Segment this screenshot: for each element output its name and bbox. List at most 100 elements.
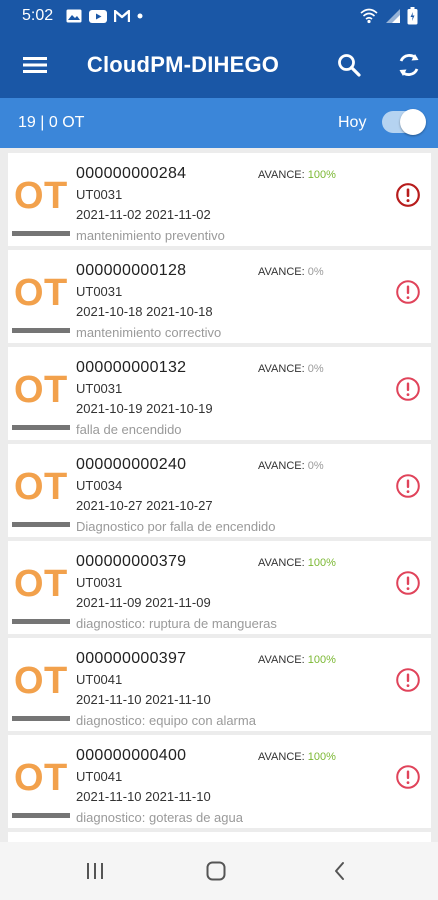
- status-icons-right: [359, 7, 418, 25]
- order-unit: UT0041: [76, 769, 123, 784]
- order-unit: UT0031: [76, 187, 123, 202]
- avance-label: AVANCE:: [258, 557, 305, 569]
- ot-underline: [12, 619, 70, 624]
- ot-badge: OT: [14, 466, 68, 508]
- ot-badge: OT: [14, 660, 68, 702]
- avance-label: AVANCE:: [258, 169, 305, 181]
- order-card[interactable]: OT 000000000132 UT0031 2021-10-19 2021-1…: [8, 347, 431, 440]
- status-time: 5:02: [22, 7, 54, 24]
- ot-underline: [12, 231, 70, 236]
- order-description: mantenimiento preventivo: [76, 228, 225, 243]
- order-unit: UT0034: [76, 478, 123, 493]
- order-card[interactable]: OT 000000000240 UT0034 2021-10-27 2021-1…: [8, 444, 431, 537]
- alert-icon[interactable]: [395, 667, 421, 693]
- avance-label: AVANCE:: [258, 363, 305, 375]
- avance-label: AVANCE:: [258, 460, 305, 472]
- order-description: Diagnostico por falla de encendido: [76, 519, 276, 534]
- app-title: CloudPM-DIHEGO: [86, 52, 280, 77]
- avance-value: 100%: [307, 557, 336, 569]
- avance-value: 100%: [307, 654, 336, 666]
- image-icon: [66, 9, 82, 23]
- avance: AVANCE: 0%: [258, 363, 324, 375]
- search-icon[interactable]: [334, 50, 364, 80]
- avance: AVANCE: 0%: [258, 266, 324, 278]
- system-nav-bar: [0, 842, 438, 900]
- order-card[interactable]: OT 000000000397 UT0041 2021-11-10 2021-1…: [8, 638, 431, 731]
- order-dates: 2021-10-19 2021-10-19: [76, 401, 213, 416]
- avance-label: AVANCE:: [258, 751, 305, 763]
- order-number: 000000000400: [76, 747, 187, 764]
- wifi-icon: [360, 8, 378, 24]
- order-card[interactable]: OT 000000000128 UT0031 2021-10-18 2021-1…: [8, 250, 431, 343]
- avance-value: 0%: [307, 460, 324, 472]
- alert-icon[interactable]: [395, 764, 421, 790]
- avance: AVANCE: 100%: [258, 169, 336, 181]
- order-dates: 2021-11-02 2021-11-02: [76, 207, 211, 222]
- ot-underline: [12, 522, 70, 527]
- order-description: diagnostico: ruptura de mangueras: [76, 616, 277, 631]
- ot-badge: OT: [14, 272, 68, 314]
- ot-badge: OT: [14, 563, 68, 605]
- ot-count: 19 | 0 OT: [18, 114, 85, 131]
- hoy-toggle[interactable]: [382, 109, 426, 135]
- order-dates: 2021-10-27 2021-10-27: [76, 498, 213, 513]
- home-icon[interactable]: [205, 860, 227, 882]
- order-card-partial[interactable]: 000000000403: [8, 832, 431, 842]
- sync-icon[interactable]: [394, 49, 424, 81]
- alert-icon[interactable]: [395, 279, 421, 305]
- filter-label: Hoy: [338, 114, 367, 131]
- avance-value: 0%: [307, 363, 324, 375]
- order-description: mantenimiento correctivo: [76, 325, 222, 340]
- order-dates: 2021-10-18 2021-10-18: [76, 304, 213, 319]
- order-description: diagnostico: goteras de agua: [76, 810, 243, 825]
- order-number: 000000000284: [76, 165, 187, 182]
- order-unit: UT0031: [76, 284, 123, 299]
- order-dates: 2021-11-09 2021-11-09: [76, 595, 211, 610]
- order-description: falla de encendido: [76, 422, 182, 437]
- back-icon[interactable]: [329, 860, 351, 882]
- order-card[interactable]: OT 000000000400 UT0041 2021-11-10 2021-1…: [8, 735, 431, 828]
- order-unit: UT0041: [76, 672, 123, 687]
- order-unit: UT0031: [76, 381, 123, 396]
- order-number: 000000000128: [76, 262, 187, 279]
- order-card[interactable]: OT 000000000379 UT0031 2021-11-09 2021-1…: [8, 541, 431, 634]
- ot-underline: [12, 425, 70, 430]
- status-icons-left: [66, 9, 143, 23]
- dot-icon: [137, 13, 143, 19]
- order-number: 000000000397: [76, 650, 187, 667]
- alert-icon[interactable]: [395, 376, 421, 402]
- order-number: 000000000132: [76, 359, 187, 376]
- ot-underline: [12, 328, 70, 333]
- avance-value: 100%: [307, 169, 336, 181]
- avance: AVANCE: 100%: [258, 557, 336, 569]
- alert-icon[interactable]: [395, 473, 421, 499]
- order-card[interactable]: OT 000000000284 UT0031 2021-11-02 2021-1…: [8, 153, 431, 246]
- app-bar: CloudPM-DIHEGO: [0, 32, 438, 98]
- signal-icon: [386, 9, 400, 23]
- gmail-icon: [114, 9, 130, 22]
- avance-value: 0%: [307, 266, 324, 278]
- avance-label: AVANCE:: [258, 266, 305, 278]
- alert-icon[interactable]: [395, 570, 421, 596]
- recent-apps-icon[interactable]: [84, 860, 106, 882]
- ot-badge: OT: [14, 369, 68, 411]
- order-description: diagnostico: equipo con alarma: [76, 713, 256, 728]
- order-dates: 2021-11-10 2021-11-10: [76, 692, 211, 707]
- order-number: 000000000379: [76, 553, 187, 570]
- ot-badge: OT: [14, 757, 68, 799]
- toggle-knob[interactable]: [400, 109, 426, 135]
- ot-badge: OT: [14, 175, 68, 217]
- ot-underline: [12, 716, 70, 721]
- youtube-icon: [89, 9, 107, 23]
- avance-label: AVANCE:: [258, 654, 305, 666]
- status-bar: 5:02: [0, 0, 438, 32]
- sub-bar: 19 | 0 OT Hoy: [0, 98, 438, 148]
- avance: AVANCE: 100%: [258, 751, 336, 763]
- alert-icon[interactable]: [395, 182, 421, 208]
- avance: AVANCE: 100%: [258, 654, 336, 666]
- avance: AVANCE: 0%: [258, 460, 324, 472]
- avance-value: 100%: [307, 751, 336, 763]
- ot-underline: [12, 813, 70, 818]
- order-list[interactable]: OT 000000000284 UT0031 2021-11-02 2021-1…: [0, 148, 438, 842]
- order-number: 000000000240: [76, 456, 187, 473]
